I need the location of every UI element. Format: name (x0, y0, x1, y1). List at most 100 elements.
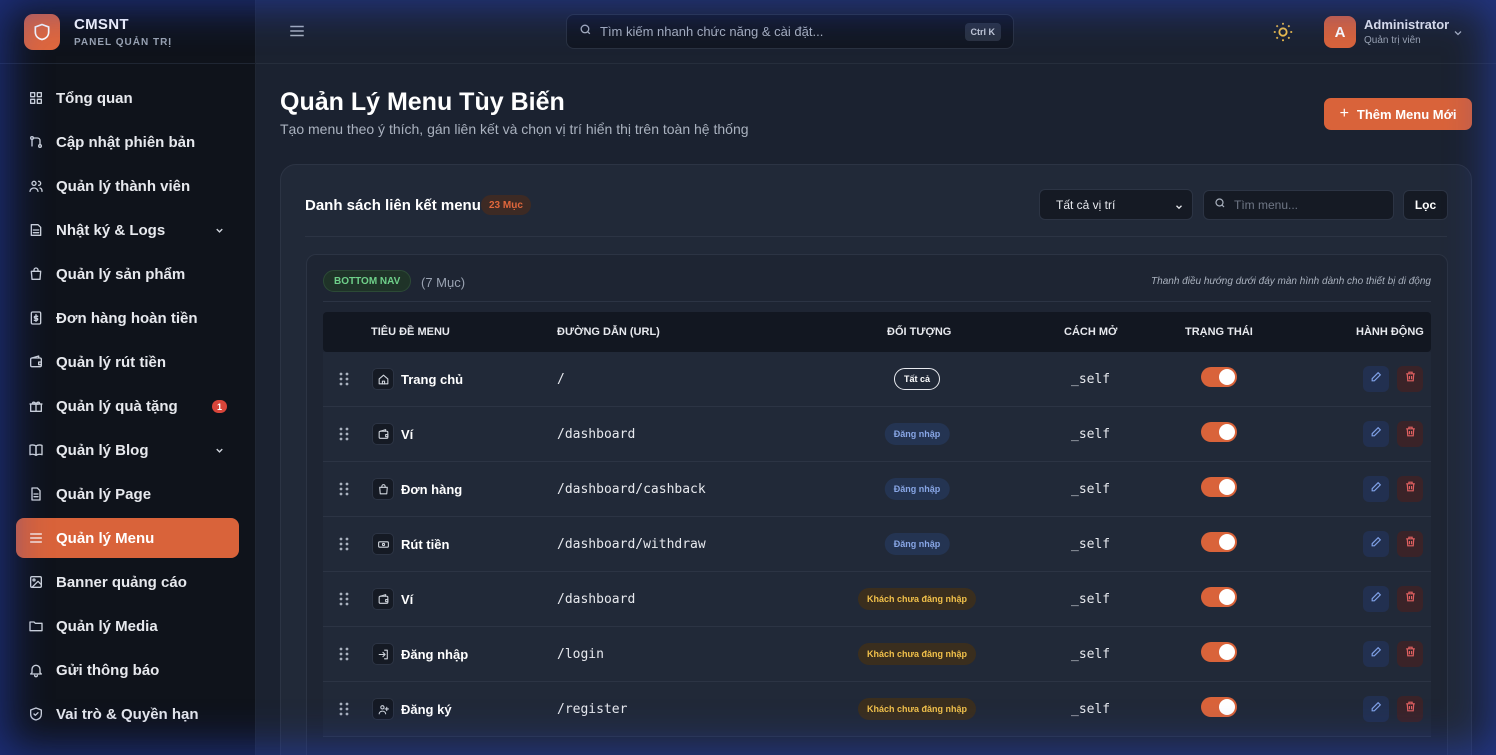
shopping-bag-icon (372, 478, 394, 500)
drag-handle-icon[interactable] (339, 482, 349, 501)
sidebar-item-6[interactable]: Quản lý rút tiền (16, 342, 239, 382)
group-tag: BOTTOM NAV (323, 270, 412, 292)
audience-badge: Khách chưa đăng nhập (857, 588, 977, 610)
menu-url: /register (557, 702, 628, 717)
user-name[interactable]: Administrator (1364, 17, 1449, 32)
filter-button[interactable]: Lọc (1403, 190, 1448, 220)
drag-handle-icon[interactable] (339, 702, 349, 721)
sidebar-item-label: Quản lý thành viên (56, 177, 191, 195)
drag-handle-icon[interactable] (339, 372, 349, 391)
pencil-icon (1370, 425, 1383, 443)
sidebar-item-label: Quản lý Media (56, 617, 158, 635)
header-status: TRẠNG THÁI (1185, 326, 1253, 338)
delete-button[interactable] (1397, 531, 1423, 557)
sidebar-item-label: Quản lý Blog (56, 441, 149, 459)
chevron-down-icon (214, 443, 225, 460)
sidebar-item-14[interactable]: Vai trò & Quyền hạn (16, 694, 239, 734)
brand-subtitle: PANEL QUẢN TRỊ (74, 36, 173, 48)
drag-handle-icon[interactable] (339, 427, 349, 446)
sidebar-item-10[interactable]: Quản lý Menu (16, 518, 239, 558)
sidebar-item-label: Tổng quan (56, 89, 133, 107)
audience-badge: Đăng nhập (884, 533, 950, 555)
status-toggle[interactable] (1201, 477, 1237, 497)
notification-badge: 1 (212, 400, 227, 413)
page-title: Quản Lý Menu Tùy Biến (280, 88, 565, 116)
sidebar-item-1[interactable]: Cập nhật phiên bản (16, 122, 239, 162)
drag-handle-icon[interactable] (339, 647, 349, 666)
edit-button[interactable] (1363, 421, 1389, 447)
open-target: _self (1071, 647, 1111, 662)
delete-button[interactable] (1397, 696, 1423, 722)
shield-check-icon (28, 706, 44, 722)
chevron-down-icon[interactable] (1452, 26, 1464, 44)
table-row: Trang chủ / Tất cả _self (323, 352, 1431, 407)
menu-search-input[interactable] (1234, 198, 1384, 212)
sidebar-item-0[interactable]: Tổng quan (16, 78, 239, 118)
search-placeholder: Tìm kiếm nhanh chức năng & cài đặt... (600, 24, 824, 39)
edit-button[interactable] (1363, 641, 1389, 667)
trash-icon (1404, 645, 1417, 663)
header-audience: ĐỐI TƯỢNG (887, 326, 952, 338)
hamburger-icon[interactable] (288, 22, 306, 45)
edit-button[interactable] (1363, 366, 1389, 392)
sidebar-item-7[interactable]: Quản lý quà tặng 1 (16, 386, 239, 426)
header-title: TIÊU ĐỀ MENU (371, 326, 450, 338)
menu-title: Rút tiền (401, 537, 450, 552)
sidebar-item-label: Quản lý rút tiền (56, 353, 167, 371)
status-toggle[interactable] (1201, 532, 1237, 552)
count-badge: 23 Mục (481, 195, 531, 215)
sidebar-item-13[interactable]: Gửi thông báo (16, 650, 239, 690)
sidebar-item-8[interactable]: Quản lý Blog (16, 430, 239, 470)
status-toggle[interactable] (1201, 697, 1237, 717)
pencil-icon (1370, 370, 1383, 388)
sidebar-item-12[interactable]: Quản lý Media (16, 606, 239, 646)
menu-search[interactable] (1203, 190, 1394, 220)
delete-button[interactable] (1397, 586, 1423, 612)
sun-icon[interactable] (1272, 21, 1294, 48)
add-menu-button[interactable]: + Thêm Menu Mới (1324, 98, 1472, 130)
search-icon (1214, 196, 1226, 214)
sidebar-item-11[interactable]: Banner quảng cáo (16, 562, 239, 602)
menu-title: Đơn hàng (401, 482, 463, 497)
table-row: Đăng ký/register Khách chưa đăng nhập _sel… (323, 682, 1431, 737)
status-toggle[interactable] (1201, 367, 1237, 387)
global-search-input[interactable]: Tìm kiếm nhanh chức năng & cài đặt... Ct… (566, 14, 1014, 49)
menu-url: /dashboard (557, 427, 636, 442)
delete-button[interactable] (1397, 476, 1423, 502)
edit-button[interactable] (1363, 586, 1389, 612)
sidebar-item-label: Banner quảng cáo (56, 573, 187, 591)
page-subtitle: Tạo menu theo ý thích, gán liên kết và c… (280, 121, 749, 137)
group-count: (7 Mục) (421, 275, 466, 290)
edit-button[interactable] (1363, 696, 1389, 722)
audience-badge: Đăng nhập (884, 423, 950, 445)
sidebar-item-2[interactable]: Quản lý thành viên (16, 166, 239, 206)
drag-handle-icon[interactable] (339, 537, 349, 556)
sidebar-item-5[interactable]: Đơn hàng hoàn tiền (16, 298, 239, 338)
status-toggle[interactable] (1201, 587, 1237, 607)
dashboard-grid-icon (28, 90, 44, 106)
sidebar-item-9[interactable]: Quản lý Page (16, 474, 239, 514)
edit-button[interactable] (1363, 476, 1389, 502)
delete-button[interactable] (1397, 421, 1423, 447)
audience-badge: Khách chưa đăng nhập (857, 643, 977, 665)
drag-handle-icon[interactable] (339, 592, 349, 611)
edit-button[interactable] (1363, 531, 1389, 557)
image-icon (28, 574, 44, 590)
status-toggle[interactable] (1201, 422, 1237, 442)
table-row: Đăng nhập/login Khách chưa đăng nhập _self (323, 627, 1431, 682)
sidebar-item-label: Nhật ký & Logs (56, 221, 166, 239)
position-select[interactable]: Tất cả vị trí (1039, 189, 1193, 220)
sidebar: CMSNT PANEL QUẢN TRỊ Tổng quan Cập nhật p… (0, 0, 256, 755)
menu-title: Đăng ký (401, 702, 452, 717)
status-toggle[interactable] (1201, 642, 1237, 662)
card-title: Danh sách liên kết menu (305, 197, 481, 214)
sidebar-item-4[interactable]: Quản lý sản phẩm (16, 254, 239, 294)
delete-button[interactable] (1397, 366, 1423, 392)
search-icon (579, 23, 592, 41)
brand[interactable]: CMSNT PANEL QUẢN TRỊ (0, 0, 255, 64)
sidebar-item-3[interactable]: Nhật ký & Logs (16, 210, 239, 250)
pencil-icon (1370, 590, 1383, 608)
delete-button[interactable] (1397, 641, 1423, 667)
menu-title: Trang chủ (401, 372, 464, 387)
avatar[interactable]: A (1324, 16, 1356, 48)
